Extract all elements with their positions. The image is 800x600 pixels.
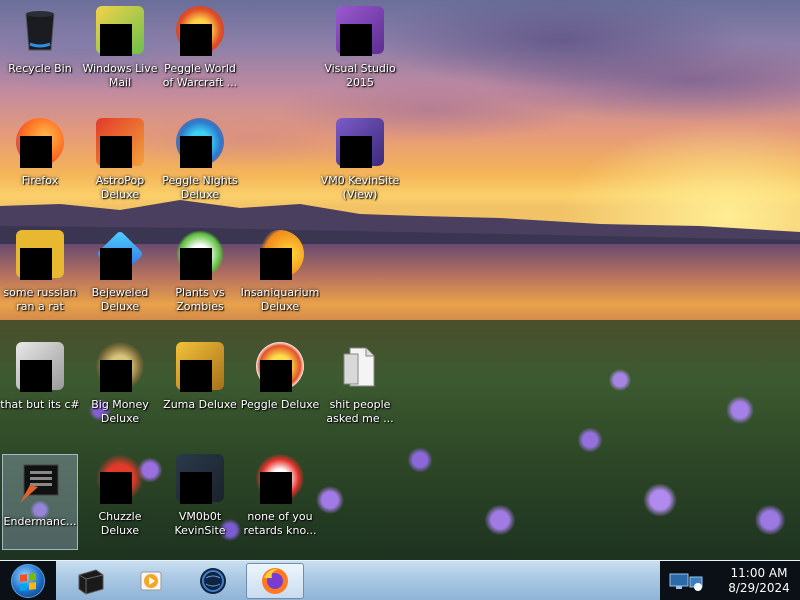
icon-label: Recycle Bin xyxy=(8,62,72,75)
windows-live-mail-icon xyxy=(96,6,144,56)
icon-label: Peggle Deluxe xyxy=(240,398,320,411)
desktop-icon-shit-people-asked[interactable]: shit people asked me ... xyxy=(320,338,400,434)
redaction-box xyxy=(180,360,212,392)
network-computer-icon[interactable] xyxy=(668,571,704,593)
redaction-box xyxy=(100,24,132,56)
desktop-icon-vm0b0t-kevinsite[interactable]: VM0b0t KevinSite xyxy=(160,450,240,546)
windows-start-orb-icon xyxy=(11,564,45,598)
internet-explorer-icon xyxy=(16,230,64,280)
desktop-icon-firefox[interactable]: Firefox xyxy=(0,114,80,210)
icon-label: Big Money Deluxe xyxy=(91,398,149,425)
desktop-icon-chuzzle[interactable]: Chuzzle Deluxe xyxy=(80,450,160,546)
plants-vs-zombies-icon xyxy=(176,230,224,280)
icon-label: Visual Studio 2015 xyxy=(324,62,396,89)
desktop-icon-plants-vs-zombies[interactable]: Plants vs Zombies xyxy=(160,226,240,322)
desktop-icon-insaniquarium[interactable]: Insaniquarium Deluxe xyxy=(240,226,320,322)
desktop-icon-that-but-its-csharp[interactable]: that but its c# xyxy=(0,338,80,434)
peggle-wow-icon xyxy=(176,6,224,56)
redaction-box xyxy=(340,136,372,168)
icon-label: Plants vs Zombies xyxy=(175,286,225,313)
desktop-icon-recycle-bin[interactable]: Recycle Bin xyxy=(0,2,80,98)
globe-browser-icon xyxy=(200,568,226,594)
peggle-icon xyxy=(256,342,304,392)
tray-clock[interactable]: 11:00 AM 8/29/2024 xyxy=(724,566,794,596)
desktop-icon-some-russian[interactable]: some russian ran a rat xyxy=(0,226,80,322)
redaction-box xyxy=(20,360,52,392)
taskbar-button-firefox[interactable] xyxy=(246,563,304,599)
windows-stack-icon xyxy=(16,342,64,392)
desktop-icon-vm0-kevinsite-view[interactable]: VM0 KevinSite (View) xyxy=(320,114,400,210)
firefox-icon xyxy=(262,568,288,594)
desktop-icon-none-of-you[interactable]: none of you retards kno... xyxy=(240,450,320,546)
desktop-icon-big-money[interactable]: Big Money Deluxe xyxy=(80,338,160,434)
desktop-icon-bejeweled[interactable]: Bejeweled Deluxe xyxy=(80,226,160,322)
desktop[interactable]: Recycle Bin Windows Live Mail Peggle Wor… xyxy=(0,0,800,560)
bejeweled-icon xyxy=(96,230,144,280)
desktop-icon-endermanch[interactable]: Endermanc... xyxy=(2,454,78,550)
icon-label: Zuma Deluxe xyxy=(163,398,237,411)
recycle-bin-icon xyxy=(16,6,64,54)
icon-label: VM0b0t KevinSite xyxy=(174,510,226,537)
icon-label: shit people asked me ... xyxy=(326,398,394,425)
visual-studio-project-icon xyxy=(336,118,384,168)
vm-project-icon xyxy=(176,454,224,504)
peggle-nights-icon xyxy=(176,118,224,168)
desktop-icon-peggle-wow[interactable]: Peggle World of Warcraft ... xyxy=(160,2,240,98)
visual-studio-icon xyxy=(336,6,384,56)
icon-label: Chuzzle Deluxe xyxy=(98,510,142,537)
icon-label: Bejeweled Deluxe xyxy=(91,286,149,313)
firefox-icon xyxy=(256,454,304,504)
redaction-box xyxy=(20,136,52,168)
start-button[interactable] xyxy=(0,561,56,600)
big-money-icon xyxy=(96,342,144,392)
redaction-box xyxy=(100,248,132,280)
redaction-box xyxy=(340,24,372,56)
icon-label: VM0 KevinSite (View) xyxy=(320,174,400,201)
chuzzle-icon xyxy=(96,454,144,504)
redaction-box xyxy=(100,136,132,168)
desktop-icon-peggle[interactable]: Peggle Deluxe xyxy=(240,338,320,434)
icon-label: Peggle Nights Deluxe xyxy=(162,174,238,201)
media-player-icon xyxy=(140,571,162,591)
desktop-icon-windows-live-mail[interactable]: Windows Live Mail xyxy=(80,2,160,98)
taskbar-button-media-player[interactable] xyxy=(122,563,180,599)
taskbar: 11:00 AM 8/29/2024 xyxy=(0,560,800,600)
icon-label: that but its c# xyxy=(0,398,80,411)
icon-label: none of you retards kno... xyxy=(243,510,317,537)
redaction-box xyxy=(260,360,292,392)
redaction-box xyxy=(180,136,212,168)
icon-label: Firefox xyxy=(21,174,59,187)
redaction-box xyxy=(20,248,52,280)
redaction-box xyxy=(180,24,212,56)
icon-label: Insaniquarium Deluxe xyxy=(240,286,320,313)
tray-date: 8/29/2024 xyxy=(728,581,790,595)
taskbar-button-terminal[interactable] xyxy=(62,563,120,599)
tray-time: 11:00 AM xyxy=(730,566,788,580)
desktop-icon-peggle-nights[interactable]: Peggle Nights Deluxe xyxy=(160,114,240,210)
zuma-icon xyxy=(176,342,224,392)
redaction-box xyxy=(100,472,132,504)
desktop-icon-visual-studio[interactable]: Visual Studio 2015 xyxy=(320,2,400,98)
firefox-icon xyxy=(16,118,64,168)
astropop-icon xyxy=(96,118,144,168)
redaction-box xyxy=(260,472,292,504)
document-icon xyxy=(336,342,384,390)
desktop-icon-astropop[interactable]: AstroPop Deluxe xyxy=(80,114,160,210)
icon-label: Windows Live Mail xyxy=(82,62,158,89)
redaction-box xyxy=(180,248,212,280)
redaction-box xyxy=(260,248,292,280)
icon-label: Peggle World of Warcraft ... xyxy=(162,62,238,89)
insaniquarium-icon xyxy=(256,230,304,280)
icon-label: some russian ran a rat xyxy=(3,286,77,313)
endermanch-icon xyxy=(16,459,64,507)
system-tray: 11:00 AM 8/29/2024 xyxy=(660,561,800,600)
taskbar-button-globe[interactable] xyxy=(184,563,242,599)
redaction-box xyxy=(100,360,132,392)
icon-label: AstroPop Deluxe xyxy=(95,174,145,201)
desktop-icon-zuma[interactable]: Zuma Deluxe xyxy=(160,338,240,434)
redaction-box xyxy=(180,472,212,504)
icon-label: Endermanc... xyxy=(3,515,77,528)
terminal-app-icon xyxy=(78,569,104,595)
